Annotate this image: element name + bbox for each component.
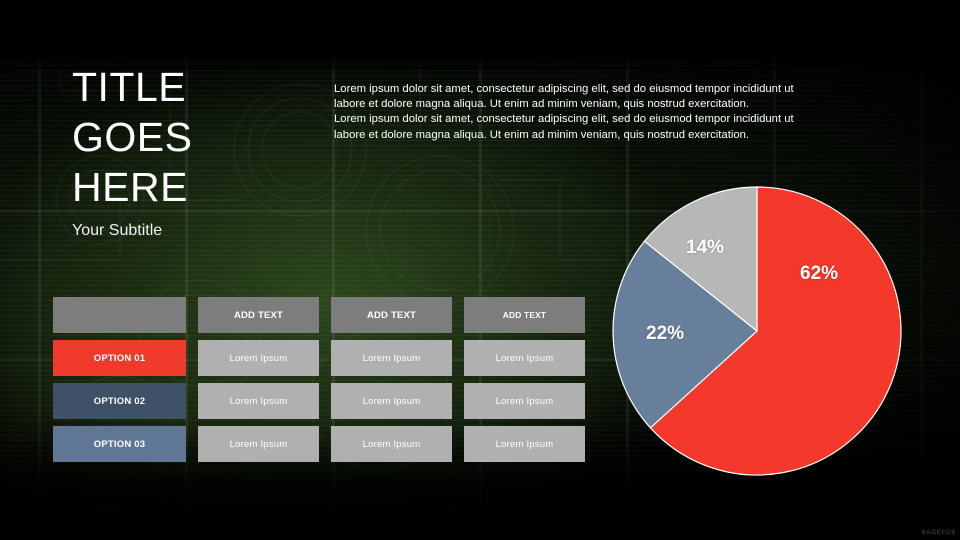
table-cell-r1c3[interactable]: Lorem Ipsum bbox=[464, 340, 585, 376]
table-row: OPTION 02 Lorem Ipsum Lorem Ipsum Lorem … bbox=[53, 383, 585, 419]
pie-slice-label-1: 62% bbox=[800, 263, 839, 284]
table-cell-r3c3[interactable]: Lorem Ipsum bbox=[464, 426, 585, 462]
table-row: OPTION 01 Lorem Ipsum Lorem Ipsum Lorem … bbox=[53, 340, 585, 376]
table-header-cell-2[interactable]: ADD TEXT bbox=[331, 297, 452, 333]
table-cell-r3c2[interactable]: Lorem Ipsum bbox=[331, 426, 452, 462]
background-top-band bbox=[0, 0, 960, 70]
page-title-line-2: GOES bbox=[72, 114, 193, 160]
body-paragraph-2: Lorem ipsum dolor sit amet, consectetur … bbox=[334, 113, 794, 141]
table-row-label-option-03[interactable]: OPTION 03 bbox=[53, 426, 186, 462]
table-cell-r1c1[interactable]: Lorem Ipsum bbox=[198, 340, 319, 376]
table-cell-r2c2[interactable]: Lorem Ipsum bbox=[331, 383, 452, 419]
table-cell-r2c1[interactable]: Lorem Ipsum bbox=[198, 383, 319, 419]
table-row-label-option-01[interactable]: OPTION 01 bbox=[53, 340, 186, 376]
table-cell-r3c1[interactable]: Lorem Ipsum bbox=[198, 426, 319, 462]
page-title-line-1: TITLE bbox=[72, 64, 187, 110]
table-header-cell-blank bbox=[53, 297, 186, 333]
pie-slice-label-2: 22% bbox=[646, 323, 685, 344]
watermark: SAGEFOX bbox=[921, 529, 956, 536]
table-header-cell-1[interactable]: ADD TEXT bbox=[198, 297, 319, 333]
table-header-cell-3[interactable]: ADD TEXT bbox=[464, 297, 585, 333]
table-row-label-option-02[interactable]: OPTION 02 bbox=[53, 383, 186, 419]
body-paragraph-1: Lorem ipsum dolor sit amet, consectetur … bbox=[334, 83, 794, 111]
table-row: OPTION 03 Lorem Ipsum Lorem Ipsum Lorem … bbox=[53, 426, 585, 462]
title-block: TITLE GOES HERE Your Subtitle bbox=[72, 62, 322, 241]
table-header-row: ADD TEXT ADD TEXT ADD TEXT bbox=[53, 297, 585, 333]
pie-slice-label-3: 14% bbox=[686, 237, 725, 258]
page-subtitle: Your Subtitle bbox=[72, 222, 163, 239]
table-cell-r1c2[interactable]: Lorem Ipsum bbox=[331, 340, 452, 376]
table-cell-r2c3[interactable]: Lorem Ipsum bbox=[464, 383, 585, 419]
options-table: ADD TEXT ADD TEXT ADD TEXT OPTION 01 Lor… bbox=[41, 290, 597, 469]
slide-canvas: TITLE GOES HERE Your Subtitle Lorem ipsu… bbox=[0, 0, 960, 540]
body-copy: Lorem ipsum dolor sit amet, consectetur … bbox=[334, 82, 798, 143]
page-title-line-3: HERE bbox=[72, 164, 188, 210]
